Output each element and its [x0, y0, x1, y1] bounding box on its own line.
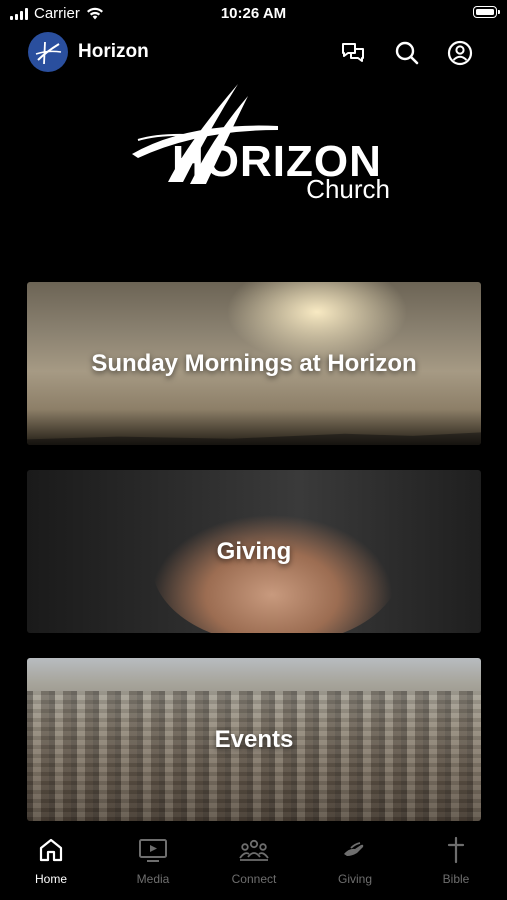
card-label: Giving	[216, 537, 292, 565]
card-giving[interactable]: Giving	[27, 470, 481, 633]
card-events[interactable]: Events	[27, 658, 481, 821]
chat-button[interactable]	[338, 38, 368, 68]
tab-giving[interactable]: Giving	[315, 834, 395, 886]
tab-connect[interactable]: Connect	[214, 834, 294, 886]
card-sunday-mornings[interactable]: Sunday Mornings at Horizon	[27, 282, 481, 445]
tab-label: Connect	[231, 872, 277, 886]
card-label: Events	[214, 725, 294, 753]
giving-icon	[344, 842, 364, 856]
app-logo-avatar[interactable]	[28, 32, 68, 72]
tab-bible[interactable]: Bible	[416, 834, 496, 886]
search-icon	[395, 41, 419, 65]
status-bar: Carrier 10:26 AM	[0, 0, 507, 28]
card-label: Sunday Mornings at Horizon	[91, 349, 417, 377]
profile-button[interactable]	[445, 38, 475, 68]
app-header: Horizon	[0, 30, 507, 76]
profile-icon	[447, 40, 473, 66]
tab-media[interactable]: Media	[113, 834, 193, 886]
church-logo: HORIZON Church	[128, 82, 398, 210]
cross-icon	[447, 836, 465, 864]
logo-sub-name: Church	[306, 174, 390, 204]
app-title: Horizon	[78, 41, 149, 62]
tab-home[interactable]: Home	[11, 834, 91, 886]
chat-icon	[342, 43, 364, 62]
tab-label: Bible	[442, 872, 470, 886]
tab-label: Giving	[337, 872, 372, 886]
horizon-logo-icon	[35, 41, 62, 65]
home-icon	[39, 838, 63, 862]
media-icon	[139, 839, 167, 862]
card-background-image	[27, 432, 481, 445]
connect-icon	[239, 839, 269, 861]
tab-label: Media	[136, 872, 170, 886]
bottom-tab-bar: Home Media Connect Giving Bible	[0, 824, 507, 900]
tab-label: Home	[34, 872, 67, 886]
search-button[interactable]	[392, 38, 422, 68]
card-background-image	[27, 691, 481, 821]
clock: 10:26 AM	[220, 5, 287, 22]
battery-icon	[473, 6, 500, 18]
